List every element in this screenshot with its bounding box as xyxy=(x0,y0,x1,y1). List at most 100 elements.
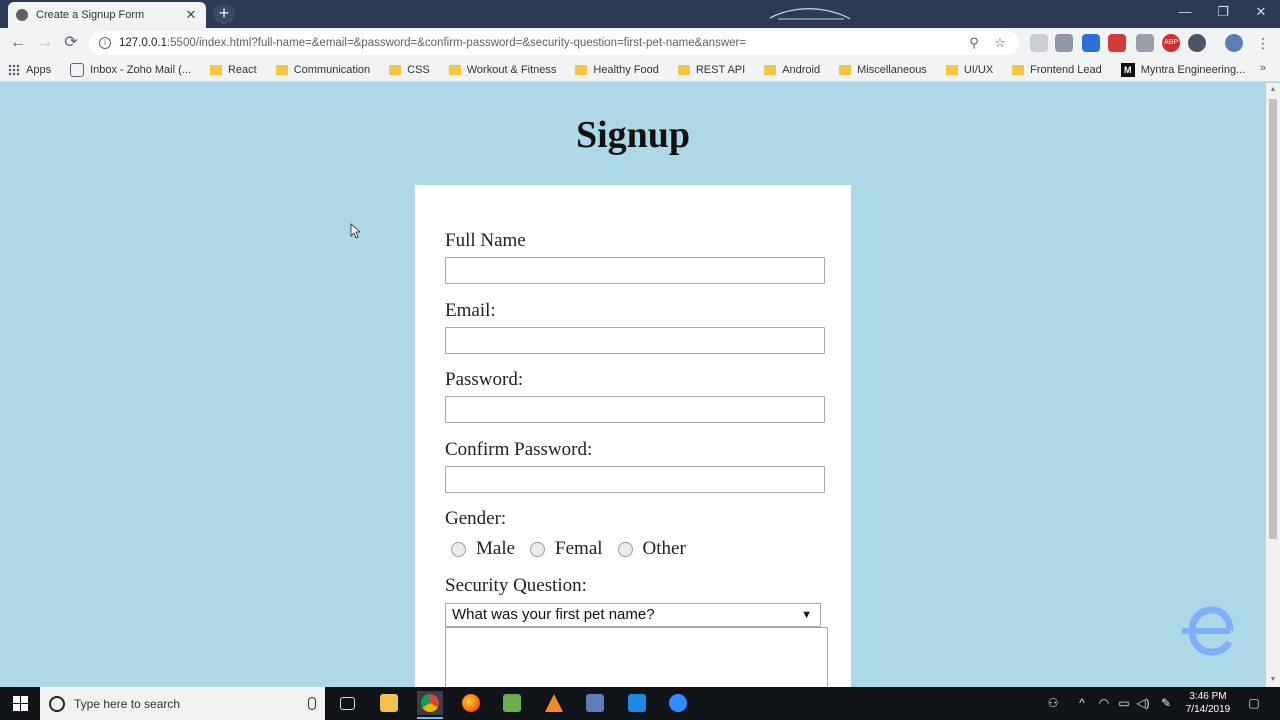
bookmarks-overflow-icon[interactable]: » xyxy=(1260,62,1266,74)
medium-icon: M xyxy=(1120,62,1135,77)
bookmark-css[interactable]: CSS xyxy=(389,64,430,76)
bookmark-zoho[interactable]: Inbox - Zoho Mail (... xyxy=(70,62,191,77)
address-bar[interactable]: i 127.0.0.1:5500/index.html?full-name=&e… xyxy=(89,31,1019,55)
bookmark-miscellaneous[interactable]: Miscellaneous xyxy=(839,64,927,76)
full-name-label: Full Name xyxy=(445,230,526,251)
vlc-icon xyxy=(545,694,563,712)
page-viewport: Signup Full Name Email: Password: Confir… xyxy=(0,83,1266,687)
gender-female-radio[interactable] xyxy=(530,541,546,557)
vscode-button[interactable] xyxy=(624,691,650,715)
signup-form: Full Name Email: Password: Confirm Passw… xyxy=(415,185,851,687)
notepad-button[interactable] xyxy=(499,691,525,715)
password-input[interactable] xyxy=(445,396,825,423)
task-view-icon xyxy=(339,696,355,710)
bookmark-workout[interactable]: Workout & Fitness xyxy=(448,64,556,76)
chrome-button[interactable] xyxy=(417,691,443,719)
task-view-button[interactable] xyxy=(334,691,360,715)
scroll-up-icon[interactable]: ▲ xyxy=(1266,83,1280,97)
pen-icon[interactable]: ✎ xyxy=(1158,687,1174,720)
full-name-input[interactable] xyxy=(445,257,825,284)
extension-edit-icon[interactable] xyxy=(1188,34,1206,52)
notifications-icon[interactable]: ▢ xyxy=(1244,687,1264,720)
firefox-button[interactable] xyxy=(458,691,484,715)
url-text[interactable]: 127.0.0.1:5500/index.html?full-name=&ema… xyxy=(119,37,957,49)
bookmark-react[interactable]: React xyxy=(209,64,257,76)
adblock-icon[interactable]: ABP xyxy=(1162,34,1180,52)
gender-label: Gender: xyxy=(445,508,507,529)
folder-icon xyxy=(945,64,958,75)
email-label: Email: xyxy=(445,300,496,321)
email-input[interactable] xyxy=(445,327,825,354)
firefox-icon xyxy=(462,694,480,712)
tray-chevron-icon[interactable]: ^ xyxy=(1074,687,1090,720)
zoom-app-icon xyxy=(669,694,687,712)
network-app-button[interactable] xyxy=(582,691,608,715)
answer-textarea[interactable] xyxy=(445,627,828,687)
browser-tab[interactable]: Create a Signup Form ✕ xyxy=(8,2,206,28)
security-question-select[interactable]: What was your first pet name? ▼ xyxy=(445,603,821,627)
vlc-button[interactable] xyxy=(541,691,567,715)
start-button[interactable] xyxy=(0,687,40,720)
folder-icon xyxy=(209,64,222,75)
windows-icon xyxy=(12,696,28,711)
browser-titlebar: Create a Signup Form ✕ + — ❐ ✕ xyxy=(0,0,1280,28)
tab-title: Create a Signup Form xyxy=(36,9,145,21)
folder-icon xyxy=(448,64,461,75)
info-icon[interactable]: i xyxy=(99,37,111,49)
wifi-icon[interactable]: ◠ xyxy=(1096,687,1112,720)
scroll-down-icon[interactable]: ▼ xyxy=(1266,673,1280,687)
volume-icon[interactable]: ◁) xyxy=(1134,687,1152,720)
zoom-icon[interactable]: ⚲ xyxy=(965,34,983,52)
confirm-password-label: Confirm Password: xyxy=(445,439,593,460)
gender-male-radio[interactable] xyxy=(451,541,466,557)
restore-button[interactable]: ❐ xyxy=(1204,0,1242,26)
extension-vue-icon[interactable] xyxy=(1082,34,1100,52)
favicon-icon xyxy=(16,9,28,21)
bookmark-frontend-lead[interactable]: Frontend Lead xyxy=(1012,64,1102,76)
back-button[interactable]: ← xyxy=(7,32,29,54)
forward-button[interactable]: → xyxy=(34,32,56,54)
bookmark-star-icon[interactable]: ☆ xyxy=(991,34,1009,52)
bookmark-healthy-food[interactable]: Healthy Food xyxy=(575,64,659,76)
file-explorer-icon xyxy=(380,694,398,712)
car-logo-icon xyxy=(769,8,851,20)
scrollbar-thumb[interactable] xyxy=(1269,99,1277,539)
bookmark-rest-api[interactable]: REST API xyxy=(677,64,745,76)
system-clock[interactable]: 3:46 PM 7/14/2019 xyxy=(1180,690,1236,716)
battery-icon[interactable]: ▭ xyxy=(1116,687,1132,720)
page-scrollbar[interactable]: ▲ ▼ xyxy=(1266,83,1280,687)
minimize-button[interactable]: — xyxy=(1166,0,1204,26)
close-window-button[interactable]: ✕ xyxy=(1242,0,1280,26)
new-tab-button[interactable]: + xyxy=(213,4,235,24)
reload-button[interactable]: ⟳ xyxy=(60,32,82,54)
notepad-icon xyxy=(503,694,521,712)
folder-icon xyxy=(764,64,777,75)
file-explorer-button[interactable] xyxy=(376,691,402,715)
bookmarks-bar: Apps Inbox - Zoho Mail (... React Commun… xyxy=(0,58,1280,82)
profile-avatar[interactable] xyxy=(1225,34,1243,52)
confirm-password-input[interactable] xyxy=(445,466,825,493)
bookmark-uiux[interactable]: UI/UX xyxy=(945,64,993,76)
password-label: Password: xyxy=(445,369,524,390)
microphone-icon[interactable] xyxy=(308,697,316,710)
people-icon[interactable]: ⚇ xyxy=(1044,687,1062,720)
clock-time: 3:46 PM xyxy=(1189,691,1227,702)
bookmark-myntra[interactable]: M Myntra Engineering... xyxy=(1120,62,1245,77)
chrome-icon xyxy=(421,694,439,712)
extension-1-icon[interactable] xyxy=(1030,34,1048,52)
bookmark-android[interactable]: Android xyxy=(764,64,820,76)
bookmark-communication[interactable]: Communication xyxy=(275,64,370,76)
tab-close-icon[interactable]: ✕ xyxy=(184,7,198,23)
extension-cloud-icon[interactable] xyxy=(1136,34,1154,52)
extension-2-icon[interactable] xyxy=(1055,34,1073,52)
dropdown-arrow-icon: ▼ xyxy=(801,609,812,621)
zoom-app-button[interactable] xyxy=(665,691,691,715)
bookmark-apps[interactable]: Apps xyxy=(8,63,51,76)
mouse-cursor-icon xyxy=(350,223,360,239)
browser-toolbar: ← → ⟳ i 127.0.0.1:5500/index.html?full-n… xyxy=(0,28,1280,58)
gender-other-radio[interactable] xyxy=(617,541,633,557)
extension-pocket-icon[interactable] xyxy=(1108,34,1126,52)
cortana-icon xyxy=(49,695,65,712)
menu-icon[interactable]: ⋮ xyxy=(1252,32,1274,54)
taskbar-search[interactable]: Type here to search xyxy=(40,687,325,720)
